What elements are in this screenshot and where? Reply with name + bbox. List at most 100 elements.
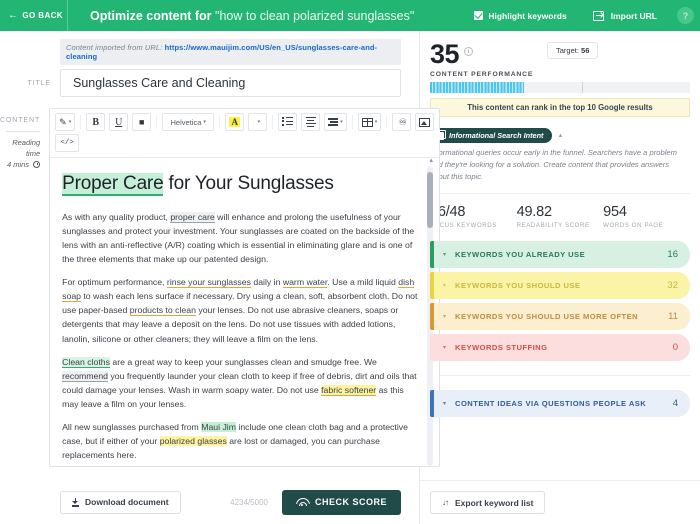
download-document-button[interactable]: Download document [60,491,181,514]
wifi-icon [296,498,308,506]
chevron-down-icon[interactable]: ▾ [443,251,446,258]
underline-button[interactable]: U [109,113,128,131]
help-button[interactable]: ? [677,7,694,24]
heading-highlighted-part: Proper Care [62,173,163,196]
image-button[interactable] [415,113,434,131]
content-ideas-wrapper: ▾ CONTENT IDEAS VIA QUESTIONS PEOPLE ASK… [430,375,690,417]
checkbox-icon[interactable] [474,11,483,20]
font-family-select[interactable]: Helvetica▾ [162,113,214,131]
go-back-label: GO BACK [22,11,63,20]
title-gutter-label: TITLE [0,69,60,87]
section-count: 11 [668,311,678,322]
text-highlight-button[interactable]: A [225,113,244,131]
highlight-keywords-toggle[interactable]: Highlight keywords [474,11,566,21]
keyword-clean-cloths: Clean cloths [62,357,110,368]
chevron-down-icon[interactable]: ▾ [443,282,446,289]
check-score-label: CHECK SCORE [315,497,387,507]
chevron-down-icon[interactable]: ▾ [443,344,446,351]
keyword-maui-jim: Maui Jim [201,422,236,432]
keyword-proper-care: proper care [170,212,214,223]
toolbar-divider [352,115,353,129]
bold-button[interactable]: B [86,113,105,131]
section-color-bar [430,390,434,417]
clear-format-button[interactable]: ■ [132,113,151,131]
section-count: 32 [667,280,678,291]
export-keyword-list-button[interactable]: ↓↑ Export keyword list [430,491,545,514]
indent-icon [306,117,316,127]
document-paragraph-1: As with any quality product, proper care… [62,210,421,266]
content-performance-label: CONTENT PERFORMANCE [430,71,533,78]
editor-scroll-area: Content imported from URL: https://www.m… [0,31,419,480]
keyword-section-stuffing[interactable]: ▾ KEYWORDS STUFFING 0 [430,334,690,361]
optimizer-app: ← GO BACK Optimize content for "how to c… [0,0,700,524]
toolbar-divider [219,115,220,129]
document-paragraph-4: All new sunglasses purchased from Maui J… [62,420,421,462]
import-url-button[interactable]: Import URL [593,11,657,21]
toolbar-divider [272,115,273,129]
chevron-down-icon[interactable]: ▾ [443,313,446,320]
chevron-up-icon[interactable]: ▲ [557,133,563,139]
section-label: KEYWORDS STUFFING [455,343,673,352]
keyword-fabric-softener: fabric softener [321,385,376,396]
section-label: KEYWORDS YOU SHOULD USE MORE OFTEN [455,312,668,321]
header-actions: Highlight keywords Import URL ? [474,7,700,24]
title-field-row: TITLE Sunglasses Care and Cleaning [0,69,419,97]
stat-value: 16/48 [430,204,517,220]
keyword-polarized-glasses: polarized glasses [160,436,227,446]
stat-readability-score: 49.82 READABILITY SCORE [517,204,604,229]
section-count: 0 [673,342,678,353]
section-count: 4 [673,398,678,409]
toolbar-row-1: ✎▾ B U ■ Helvetica▾ A [55,113,434,131]
link-button[interactable]: ♾ [392,113,411,131]
scroll-up-icon[interactable]: ▲ [428,158,434,164]
editor-pane: Content imported from URL: https://www.m… [0,31,419,524]
editor-footer: Download document 4234/5000 CHECK SCORE [0,480,419,524]
section-color-bar [430,303,434,330]
stat-value: 49.82 [517,204,604,220]
content-ideas-section[interactable]: ▾ CONTENT IDEAS VIA QUESTIONS PEOPLE ASK… [430,390,690,417]
keyword-warm-water: warm water [283,277,327,288]
reading-time-value-row: 4 mins [0,160,40,169]
keyword-section-already-use[interactable]: ▾ KEYWORDS YOU ALREADY USE 16 [430,241,690,268]
content-gutter-label: CONTENT [0,117,40,124]
title-input[interactable]: Sunglasses Care and Cleaning [60,69,401,97]
align-button[interactable]: ▾ [324,113,347,131]
highlight-keywords-label: Highlight keywords [488,11,566,21]
keyword-sections: ▾ KEYWORDS YOU ALREADY USE 16 ▾ KEYWORDS… [430,241,690,361]
search-intent-badge[interactable]: Informational Search Intent [430,128,552,143]
import-icon [593,11,604,21]
section-count: 16 [667,249,678,260]
code-view-button[interactable]: </> [55,134,79,152]
imported-gutter [0,39,60,65]
bullet-list-button[interactable] [278,113,297,131]
analysis-panel: 35 i CONTENT PERFORMANCE Target: 56 This… [419,31,700,524]
keyword-recommend: recommend [62,371,108,382]
performance-bar [430,82,690,93]
go-back-button[interactable]: ← GO BACK [0,0,68,31]
chevron-down-icon[interactable]: ▾ [443,400,446,407]
format-painter-button[interactable]: ✎▾ [55,113,75,131]
table-button[interactable]: ▾ [358,113,382,131]
keyword-products-to-clean: products to clean [130,305,196,316]
keyword-section-should-use[interactable]: ▾ KEYWORDS YOU SHOULD USE 32 [430,272,690,299]
toolbar-divider [386,115,387,129]
imported-url-banner: Content imported from URL: https://www.m… [60,39,401,65]
text-highlight-dropdown[interactable]: ▾ [248,113,267,131]
info-icon[interactable]: i [464,47,473,56]
toolbar-row-2: </> [55,134,434,152]
score-group: 35 i CONTENT PERFORMANCE [430,41,533,78]
align-icon [328,118,338,125]
document-body[interactable]: ▲ Proper Care for Your Sunglasses As wit… [50,158,439,466]
check-score-button[interactable]: CHECK SCORE [282,490,401,515]
app-body: Content imported from URL: https://www.m… [0,31,700,524]
content-gutter: CONTENT Reading time 4 mins [0,108,49,169]
highlight-a-icon: A [229,117,240,127]
document-paragraph-2: For optimum performance, rinse your sung… [62,275,421,345]
indent-button[interactable] [301,113,320,131]
scrollbar-thumb[interactable] [427,172,433,228]
keyword-section-use-more-often[interactable]: ▾ KEYWORDS YOU SHOULD USE MORE OFTEN 11 [430,303,690,330]
reading-time-label: Reading time [0,137,40,160]
document-paragraph-3: Clean cloths are a great way to keep you… [62,355,421,411]
rich-text-editor: ✎▾ B U ■ Helvetica▾ A [49,108,440,467]
analysis-footer: ↓↑ Export keyword list [420,480,700,524]
